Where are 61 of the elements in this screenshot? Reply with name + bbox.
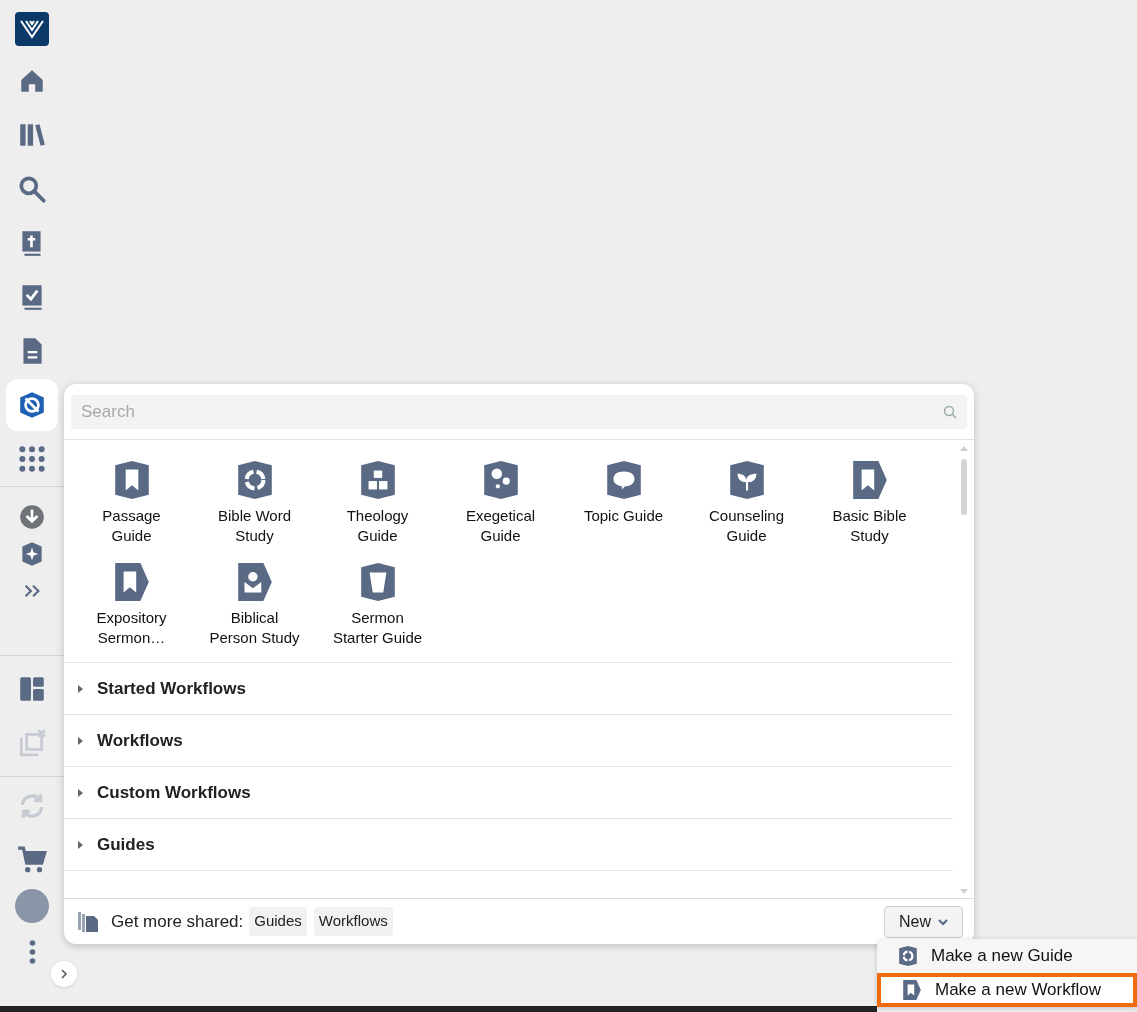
guide-tile[interactable]: Basic Bible Study	[808, 459, 931, 546]
tile-label: Topic Guide	[582, 506, 665, 526]
section-title: Custom Workflows	[97, 781, 251, 804]
search-field[interactable]: Search	[71, 395, 967, 429]
close-copies-icon	[17, 728, 47, 758]
menu-item[interactable]: Make a new Guide	[877, 939, 1137, 973]
guide-tile[interactable]: Sermon Starter Guide	[316, 561, 439, 648]
tile-label: Sermon Starter Guide	[331, 608, 424, 648]
layout-icon	[17, 674, 47, 704]
logo-icon	[20, 19, 44, 39]
avatar[interactable]	[15, 889, 49, 923]
chevron-down-icon	[938, 917, 948, 926]
guide-icon	[897, 945, 919, 967]
search-icon	[943, 405, 957, 419]
tile-label: Theology Guide	[345, 506, 410, 546]
more-vertical-icon	[28, 940, 36, 964]
search-icon	[17, 174, 47, 204]
guide-tile[interactable]: Bible Word Study	[193, 459, 316, 546]
tile-label: Bible Word Study	[216, 506, 293, 546]
guide-tile[interactable]: Expository Sermon…	[70, 561, 193, 648]
section-header[interactable]: Workflows	[64, 715, 953, 767]
guide-tile[interactable]: Passage Guide	[70, 459, 193, 546]
guide-icon	[17, 390, 47, 420]
search-input[interactable]: Search	[81, 399, 943, 425]
shared-link[interactable]: Guides	[249, 907, 307, 936]
guide-tile[interactable]: Exegetical Guide	[439, 459, 562, 546]
shared-label: Get more shared:	[111, 910, 244, 933]
shared-link[interactable]: Workflows	[313, 907, 393, 936]
cart-icon	[17, 845, 47, 875]
menu-label: Make a new Workflow	[935, 979, 1101, 1002]
app-logo[interactable]	[15, 12, 49, 46]
sidebar-item[interactable]	[6, 379, 58, 431]
apps-grid-icon	[17, 444, 47, 474]
menu-item[interactable]: Make a new Workflow	[877, 973, 1137, 1007]
section-title: Workflows	[97, 729, 183, 752]
section-header[interactable]: Guides	[64, 819, 953, 871]
section-header[interactable]: Started Workflows	[64, 663, 953, 715]
scrollbar-thumb[interactable]	[960, 459, 967, 515]
section-title: Guides	[97, 833, 155, 856]
chevron-right-icon	[59, 969, 69, 979]
guide-tile[interactable]: Theology Guide	[316, 459, 439, 546]
menu-label: Make a new Guide	[931, 945, 1073, 968]
tile-label: Expository Sermon…	[95, 608, 168, 648]
guide-tile[interactable]: Counseling Guide	[685, 459, 808, 546]
tile-label: Counseling Guide	[707, 506, 786, 546]
caret-right-icon	[76, 840, 84, 849]
copies-icon	[77, 910, 99, 933]
guide-tile[interactable]: Topic Guide	[562, 459, 685, 546]
tile-label: Passage Guide	[101, 506, 162, 546]
tile-label: Basic Bible Study	[831, 506, 908, 546]
new-button[interactable]: New	[884, 905, 963, 938]
section-title: Started Workflows	[97, 677, 246, 700]
tile-label: Exegetical Guide	[464, 506, 537, 546]
guide-tile[interactable]: Biblical Person Study	[193, 561, 316, 648]
caret-right-icon	[76, 684, 84, 693]
caret-right-icon	[76, 788, 84, 797]
workflow-icon	[901, 979, 923, 1001]
section-header[interactable]: Custom Workflows	[64, 767, 953, 819]
tile-label: Biblical Person Study	[208, 608, 301, 648]
expand-button[interactable]	[51, 961, 77, 987]
caret-right-icon	[76, 736, 84, 745]
